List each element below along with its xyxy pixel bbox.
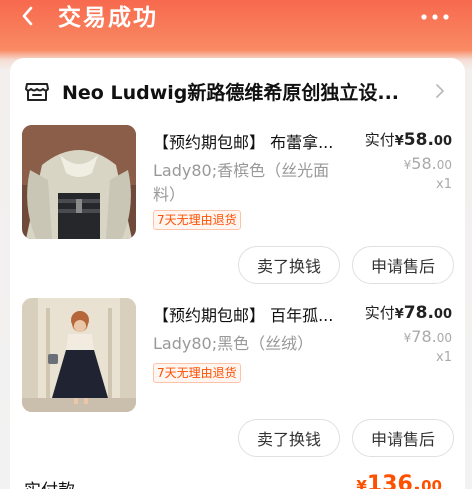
- total-label: 实付款: [24, 476, 75, 489]
- product-title[interactable]: 【预约期包邮】 布蕾拿...: [153, 129, 358, 153]
- header-bar: 交易成功: [0, 0, 472, 52]
- quantity: x1: [436, 350, 452, 365]
- paid-label: 实付: [364, 131, 395, 149]
- price-column: 实付¥58.00 ¥58.00 x1: [365, 129, 452, 192]
- chevron-right-icon: [436, 84, 444, 98]
- after-sale-button[interactable]: 申请售后: [352, 246, 454, 284]
- more-button[interactable]: [420, 6, 450, 20]
- product-sku: Lady80;黑色（丝绒）: [153, 334, 314, 353]
- after-sale-button[interactable]: 申请售后: [352, 419, 454, 457]
- paid-price: ¥78.00: [394, 303, 452, 323]
- original-price: ¥78.00: [403, 327, 452, 346]
- paid-price: ¥58.00: [394, 130, 452, 150]
- sell-button[interactable]: 卖了换钱: [238, 419, 340, 457]
- order-item[interactable]: 【预约期包邮】 布蕾拿... Lady80;香槟色（丝光面料） 7天无理由退货 …: [22, 125, 462, 293]
- order-card: Neo Ludwig新路德维希原创独立设... 【预约期包邮】 布蕾拿... L…: [10, 58, 465, 489]
- return-policy-badge: 7天无理由退货: [153, 363, 241, 383]
- product-sku: Lady80;香槟色（丝光面料）: [153, 161, 330, 204]
- more-dots-icon: [421, 14, 449, 20]
- shop-icon: [25, 83, 49, 101]
- price-column: 实付¥78.00 ¥78.00 x1: [365, 302, 452, 365]
- paid-label: 实付: [364, 304, 395, 322]
- order-item[interactable]: 【预约期包邮】 百年孤... Lady80;黑色（丝绒） 7天无理由退货 实付¥…: [22, 298, 462, 466]
- sell-button[interactable]: 卖了换钱: [238, 246, 340, 284]
- total-row: 实付款 ¥136.00: [24, 472, 454, 489]
- quantity: x1: [436, 177, 452, 192]
- product-image[interactable]: [22, 125, 136, 239]
- original-price: ¥58.00: [403, 154, 452, 173]
- total-price: ¥136.00: [356, 472, 442, 489]
- product-title[interactable]: 【预约期包邮】 百年孤...: [153, 302, 358, 326]
- product-image[interactable]: [22, 298, 136, 412]
- return-policy-badge: 7天无理由退货: [153, 210, 241, 230]
- shop-name: Neo Ludwig新路德维希原创独立设...: [62, 81, 400, 104]
- chevron-left-icon: [22, 6, 33, 26]
- page-title: 交易成功: [58, 5, 158, 31]
- shop-row[interactable]: Neo Ludwig新路德维希原创独立设...: [24, 76, 449, 106]
- back-button[interactable]: [16, 4, 40, 28]
